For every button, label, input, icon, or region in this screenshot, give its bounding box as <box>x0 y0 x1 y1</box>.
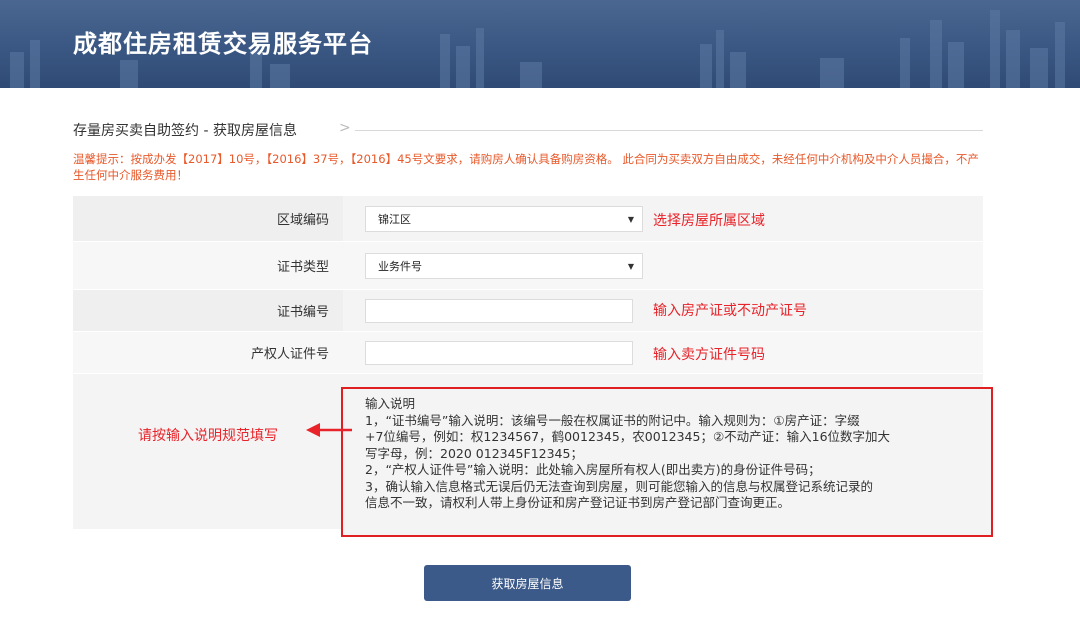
section-header: 存量房买卖自助签约 - 获取房屋信息 > <box>73 120 983 140</box>
owner-id-hint: 输入卖方证件号码 <box>653 347 765 363</box>
region-selected-value: 锦江区 <box>378 213 411 226</box>
instruction-line: +7位编号，例如：权1234567，鹤0012345，农0012345；②不动产… <box>365 429 891 444</box>
cert-no-hint: 输入房产证或不动产证号 <box>653 303 807 319</box>
site-title: 成都住房租赁交易服务平台 <box>73 30 373 58</box>
owner-id-label: 产权人证件号 <box>73 332 343 373</box>
instruction-line: 信息不一致，请权利人带上身份证和房产登记证书到房产登记部门查询更正。 <box>365 495 791 510</box>
instruction-line: 1，“证书编号”输入说明：该编号一般在权属证书的附记中。输入规则为：①房产证：字… <box>365 412 860 428</box>
get-house-info-button[interactable]: 获取房屋信息 <box>424 565 631 601</box>
cert-type-select[interactable]: 业务件号 ▼ <box>365 253 643 279</box>
dropdown-arrow-icon: ▼ <box>627 215 634 224</box>
page-title: 存量房买卖自助签约 - 获取房屋信息 <box>73 123 297 139</box>
cert-no-input[interactable] <box>365 299 633 323</box>
input-instructions-box: 输入说明 1，“证书编号”输入说明：该编号一般在权属证书的附记中。输入规则为：①… <box>341 387 993 537</box>
input-instructions: 输入说明 1，“证书编号”输入说明：该编号一般在权属证书的附记中。输入规则为：①… <box>365 396 995 512</box>
form-row-region: 区域编码 锦江区 ▼ 选择房屋所属区域 <box>73 196 983 242</box>
instruction-line: 输入说明 <box>365 396 416 411</box>
form-row-owner-id: 产权人证件号 输入卖方证件号码 <box>73 332 983 374</box>
dropdown-arrow-icon: ▼ <box>627 262 634 271</box>
region-label: 区域编码 <box>73 196 343 241</box>
region-hint: 选择房屋所属区域 <box>653 213 765 229</box>
chevron-right-icon: > <box>339 120 351 136</box>
notice-text: 温馨提示：按成办发【2017】10号，【2016】37号，【2016】45号文要… <box>73 152 979 182</box>
divider <box>355 130 983 131</box>
arrow-left-icon <box>306 423 352 437</box>
fill-instruction-note: 请按输入说明规范填写 <box>138 428 278 444</box>
instruction-line: 2，“产权人证件号”输入说明：此处输入房屋所有权人(即出卖方)的身份证件号码； <box>365 462 821 477</box>
cert-no-label: 证书编号 <box>73 290 343 331</box>
site-header: 成都住房租赁交易服务平台 <box>0 0 1080 88</box>
instruction-line: 3，确认输入信息格式无误后仍无法查询到房屋，则可能您输入的信息与权属登记系统记录… <box>365 478 873 494</box>
cert-type-label: 证书类型 <box>73 242 343 289</box>
cert-type-selected-value: 业务件号 <box>378 260 422 273</box>
owner-id-input[interactable] <box>365 341 633 365</box>
form-row-cert-no: 证书编号 输入房产证或不动产证号 <box>73 290 983 332</box>
instruction-line: 写字母，例：2020 012345F12345； <box>365 445 583 461</box>
form-row-cert-type: 证书类型 业务件号 ▼ <box>73 242 983 290</box>
region-select[interactable]: 锦江区 ▼ <box>365 206 643 232</box>
